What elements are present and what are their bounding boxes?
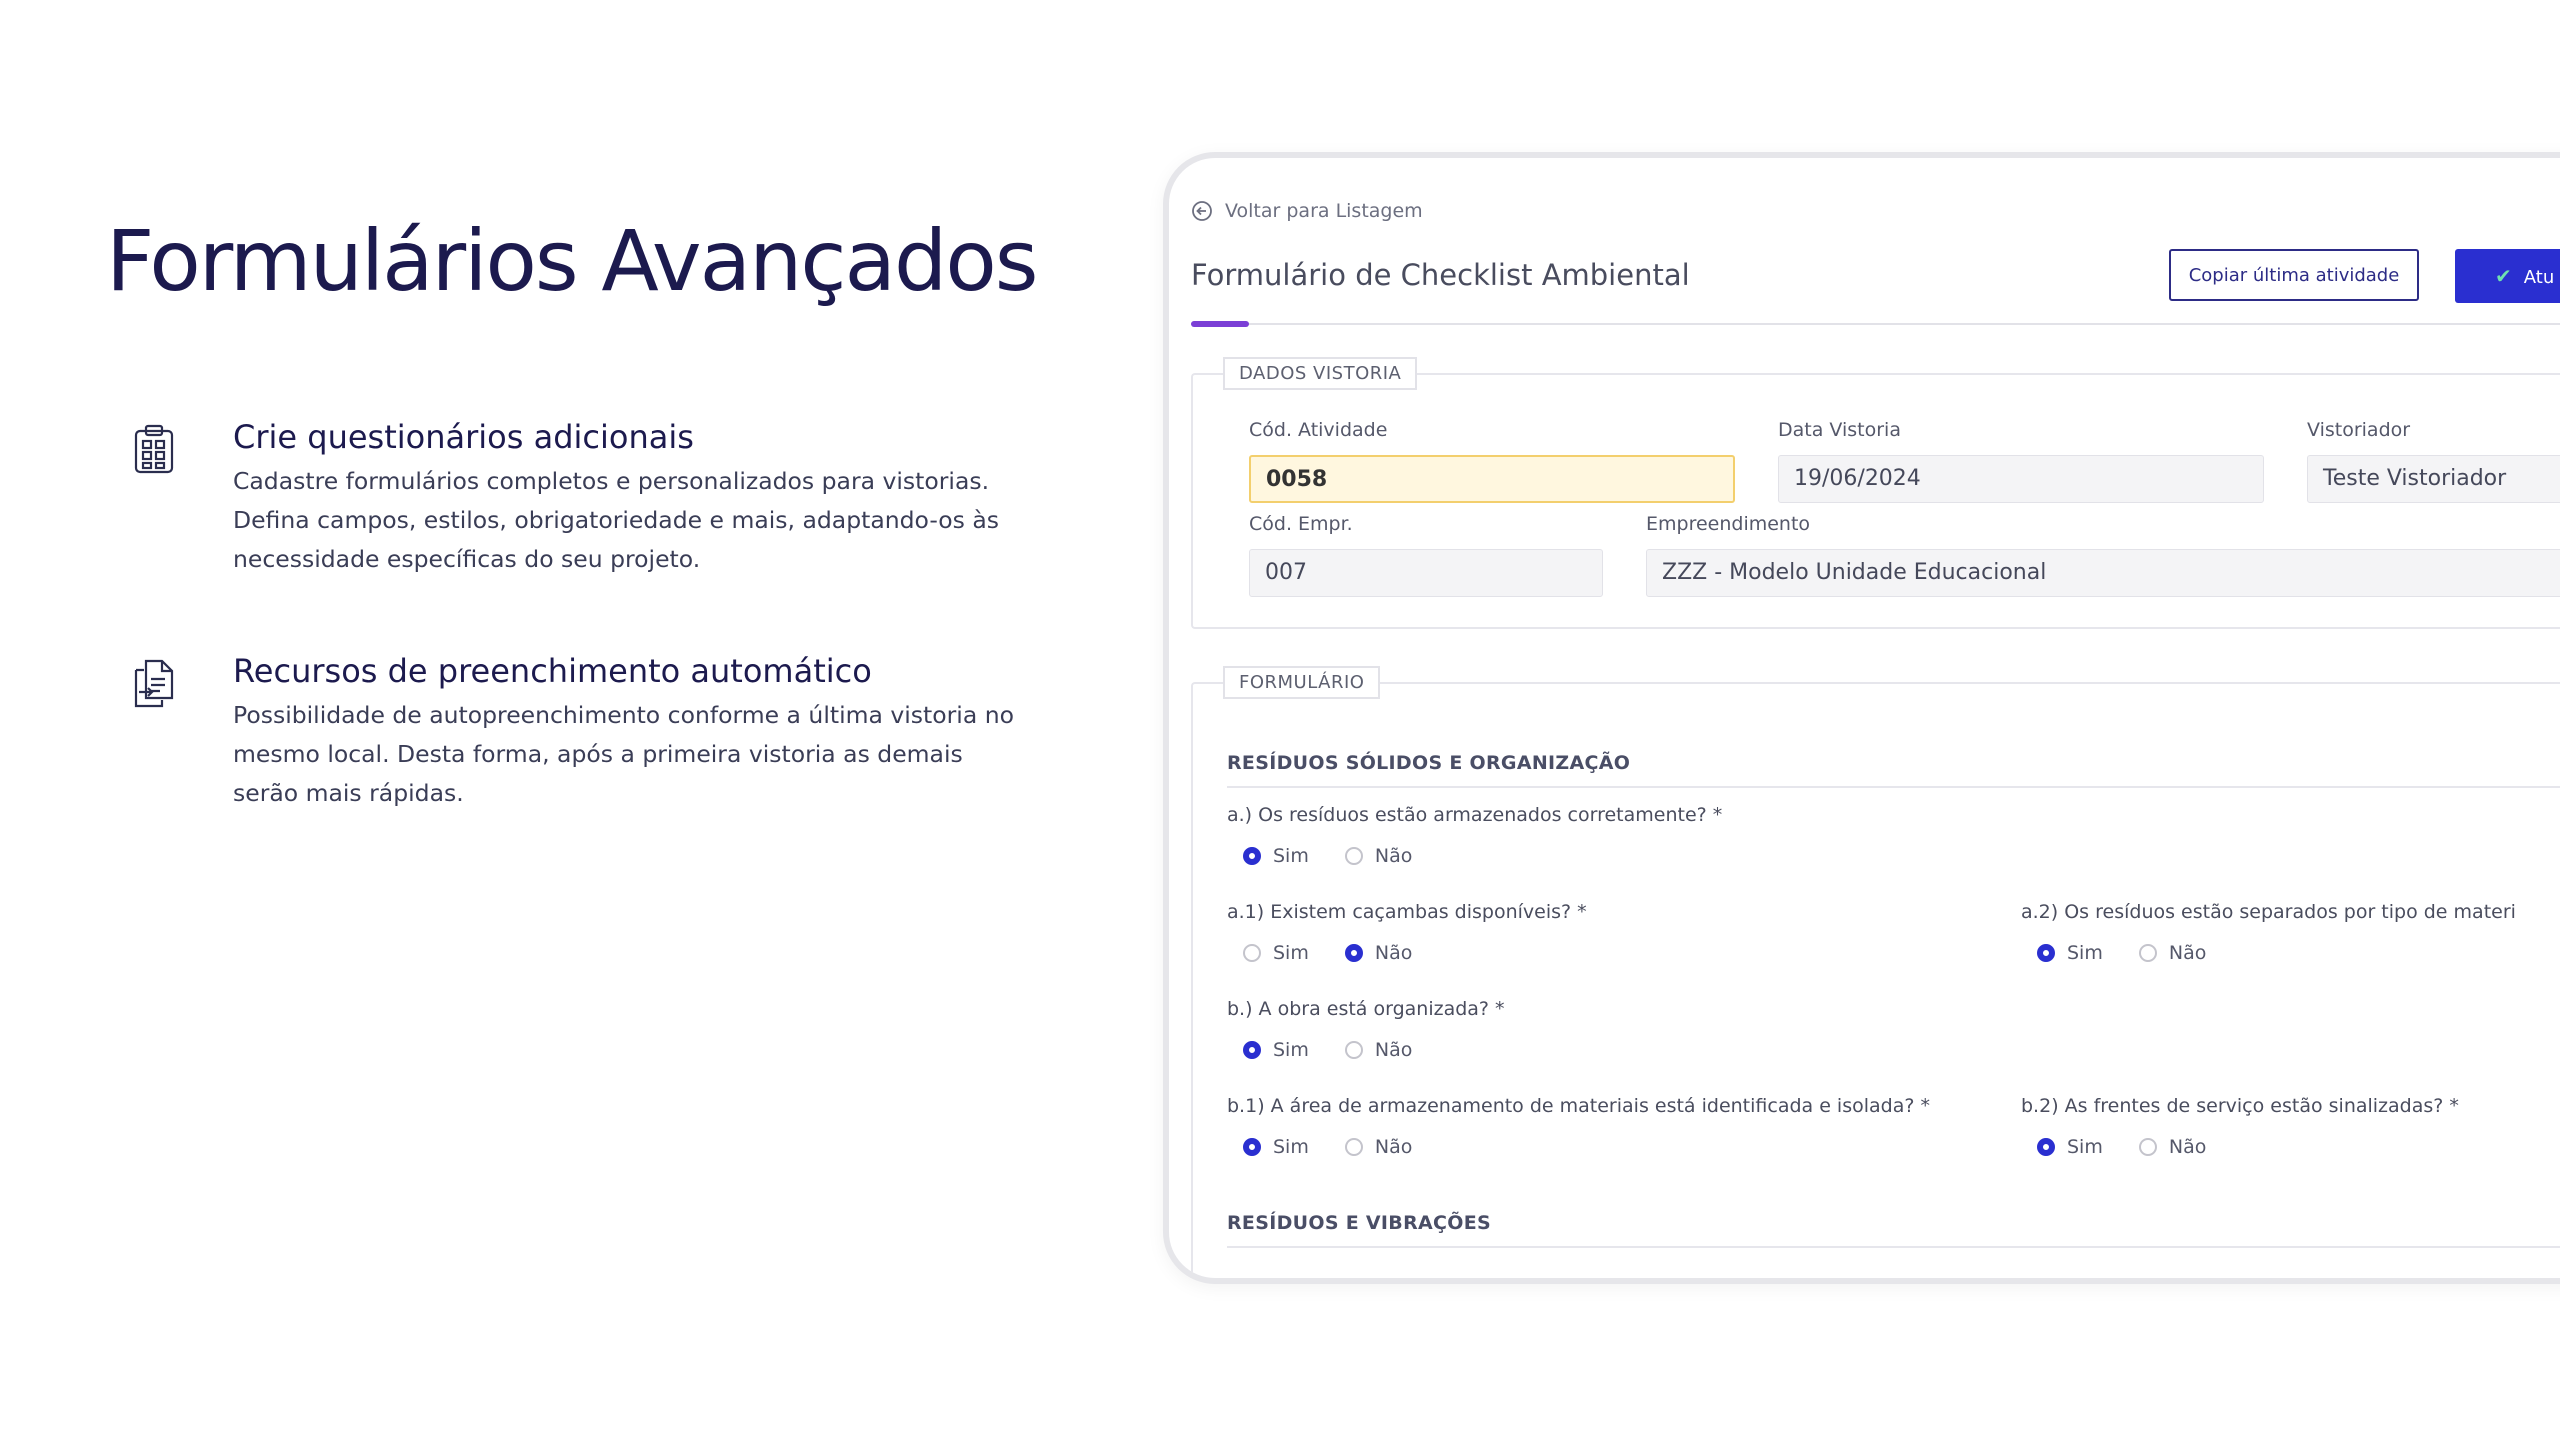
radio-group-b: Sim Não [1243,1039,1448,1061]
option-label: Não [1374,845,1413,867]
radio-option-nao[interactable]: Não [2138,942,2207,964]
cod-atividade-input[interactable]: 0058 [1249,455,1735,503]
option-label: Não [1374,1136,1413,1158]
check-icon: ✔ [2495,264,2512,288]
question-a2: a.2) Os resíduos estão separados por tip… [2021,901,2516,923]
data-vistoria-label: Data Vistoria [1778,419,1901,441]
feature-text: Possibilidade de autopreenchimento confo… [233,701,1014,807]
radio-selected[interactable] [2037,1138,2055,1156]
option-label: Sim [2067,1136,2103,1158]
radio-option-sim[interactable]: Sim [2037,1136,2103,1158]
checklist-form-app: Voltar para Listagem Formulário de Check… [1169,158,2560,1278]
option-label: Não [2168,1136,2207,1158]
option-label: Não [2168,942,2207,964]
radio-unselected[interactable] [1344,847,1363,865]
radio-option-nao[interactable]: Não [1344,942,1413,964]
radio-option-nao[interactable]: Não [1344,1136,1413,1158]
radio-option-sim[interactable]: Sim [1243,845,1309,867]
document-transfer-icon [134,659,174,708]
category-heading: RESÍDUOS SÓLIDOS E ORGANIZAÇÃO [1227,752,1631,774]
option-label: Sim [2067,942,2103,964]
category-divider [1227,1246,2560,1248]
copy-last-activity-button[interactable]: Copiar última atividade [2169,249,2419,301]
option-label: Sim [1273,845,1309,867]
section-legend: FORMULÁRIO [1223,666,1381,699]
radio-option-nao[interactable]: Não [1344,845,1413,867]
option-label: Não [1374,1039,1413,1061]
feature-custom-questionnaires: Crie questionários adicionais Cadastre f… [128,418,1028,579]
data-vistoria-input[interactable]: 19/06/2024 [1778,455,2264,503]
radio-selected[interactable] [1243,847,1261,865]
category-divider [1227,786,2560,788]
app-screenshot-frame: Voltar para Listagem Formulário de Check… [1163,152,2560,1284]
question-a: a.) Os resíduos estão armazenados corret… [1227,804,1723,826]
radio-selected[interactable] [1243,1138,1261,1156]
hero-title: Formulários Avançados [106,212,1038,310]
radio-group-b2: Sim Não [2037,1136,2242,1158]
cod-empr-label: Cód. Empr. [1249,513,1353,535]
radio-selected[interactable] [1344,944,1363,962]
radio-group-b1: Sim Não [1243,1136,1448,1158]
vistoriador-label: Vistoriador [2307,419,2411,441]
tab-divider [1191,323,2560,325]
radio-option-sim[interactable]: Sim [1243,1039,1309,1061]
radio-group-a1: Sim Não [1243,942,1448,964]
feature-text: Cadastre formulários completos e persona… [233,467,1000,573]
vistoriador-input[interactable]: Teste Vistoriador [2307,455,2560,503]
section-legend: DADOS VISTORIA [1223,357,1418,390]
empreendimento-label: Empreendimento [1646,513,1811,535]
clipboard-icon [134,424,174,474]
feature-autofill: Recursos de preenchimento automático Pos… [128,652,1028,813]
form-title: Formulário de Checklist Ambiental [1191,258,1690,292]
section-dados-vistoria: DADOS VISTORIA Cód. Atividade 0058 Data … [1191,357,2560,629]
question-a1: a.1) Existem caçambas disponíveis? * [1227,901,1587,923]
feature-title: Recursos de preenchimento automático [233,652,872,690]
radio-group-a2: Sim Não [2037,942,2242,964]
option-label: Não [1374,942,1413,964]
cod-empr-input[interactable]: 007 [1249,549,1603,597]
empreendimento-input[interactable]: ZZZ - Modelo Unidade Educacional [1646,549,2560,597]
radio-option-nao[interactable]: Não [1344,1039,1413,1061]
option-label: Sim [1273,1039,1309,1061]
radio-group-a: Sim Não [1243,845,1448,867]
radio-unselected[interactable] [1243,944,1261,962]
radio-unselected[interactable] [2138,1138,2157,1156]
question-b: b.) A obra está organizada? * [1227,998,1505,1020]
option-label: Sim [1273,942,1309,964]
back-to-list-link[interactable]: Voltar para Listagem [1191,200,1423,222]
radio-unselected[interactable] [1344,1041,1363,1059]
cod-atividade-label: Cód. Atividade [1249,419,1388,441]
back-link-label: Voltar para Listagem [1225,200,1423,222]
radio-unselected[interactable] [2138,944,2157,962]
radio-selected[interactable] [2037,944,2055,962]
question-b1: b.1) A área de armazenamento de materiai… [1227,1095,1930,1117]
radio-option-sim[interactable]: Sim [1243,942,1309,964]
radio-option-sim[interactable]: Sim [2037,942,2103,964]
radio-option-sim[interactable]: Sim [1243,1136,1309,1158]
radio-option-nao[interactable]: Não [2138,1136,2207,1158]
radio-unselected[interactable] [1344,1138,1363,1156]
arrow-left-circle-icon [1192,201,1212,221]
feature-title: Crie questionários adicionais [233,418,694,456]
active-tab-indicator [1191,321,1249,327]
update-button-label: Atu [2523,267,2555,288]
update-button[interactable]: ✔ Atu [2455,249,2560,303]
radio-selected[interactable] [1243,1041,1261,1059]
category-heading: RESÍDUOS E VIBRAÇÕES [1227,1212,1491,1234]
option-label: Sim [1273,1136,1309,1158]
question-b2: b.2) As frentes de serviço estão sinaliz… [2021,1095,2459,1117]
